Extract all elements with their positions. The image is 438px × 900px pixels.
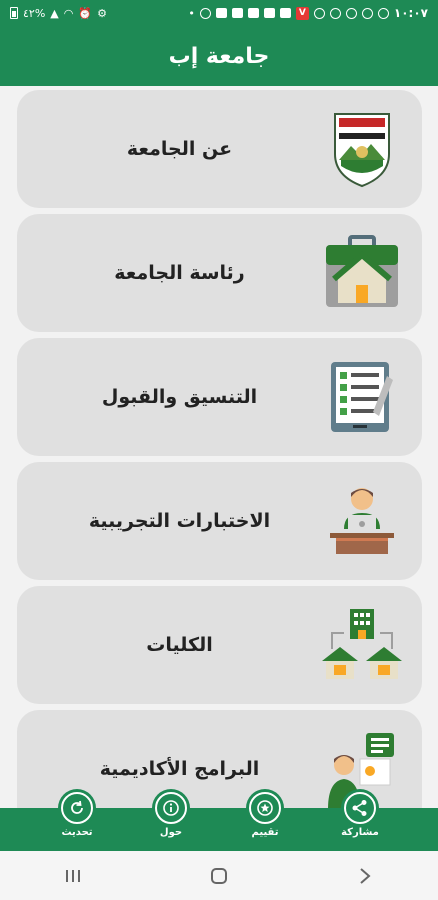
battery-text: ٤٢% [23,6,46,20]
checklist-tablet-icon [322,357,402,437]
status-time: ١٠:٠٧ [393,6,428,20]
download-icon [279,8,291,18]
house-briefcase-icon [322,233,402,313]
about-button[interactable]: حول [141,792,201,838]
menu-item-label: الاختبارات التجريبية [88,510,271,532]
notification-icon [199,7,211,19]
chevron-right-icon [360,867,371,884]
menu-item-trial-exams[interactable]: الاختبارات التجريبية [17,462,422,580]
battery-icon [10,7,18,19]
info-icon [155,792,187,824]
wifi-icon: ◠ [63,6,74,20]
system-nav-bar [0,851,438,900]
notification-icon [345,7,357,19]
star-icon [249,792,281,824]
buildings-network-icon [322,605,402,685]
page-title: جامعة إب [168,43,270,69]
back-button[interactable] [335,856,395,896]
app-bar: جامعة إب [0,26,438,86]
menu-item-admissions[interactable]: التنسيق والقبول [17,338,422,456]
notification-icon [313,7,325,19]
menu-item-about-university[interactable]: عن الجامعة [17,90,422,208]
share-button[interactable]: مشاركة [330,792,390,838]
vodafone-icon: V [295,6,309,20]
youtube-icon [231,8,243,18]
refresh-icon [61,792,93,824]
notification-icon [377,7,389,19]
home-icon [211,867,227,884]
status-right: • V ١٠:٠٧ [188,6,428,20]
status-left: ٤٢% ▲ ◠ ⏰ ⚙ [10,7,107,20]
menu-item-label: البرامج الأكاديمية [99,758,260,780]
rate-label: تقييم [251,827,279,838]
youtube-icon [215,8,227,18]
dot-icon: • [188,6,195,20]
update-label: تحديث [61,827,93,838]
share-icon [344,792,376,824]
youtube-icon [247,8,259,18]
about-label: حول [159,827,183,838]
menu-item-label: الكليات [146,634,213,656]
signal-icon: ▲ [50,6,59,20]
menu-item-label: رئاسة الجامعة [114,262,245,284]
alarm-icon: ⏰ [78,6,93,20]
menu-item-label: عن الجامعة [126,138,233,160]
bottom-nav: مشاركة تقييم حول تحديث [0,792,438,851]
share-label: مشاركة [341,827,379,838]
recents-icon [66,869,80,882]
menu-item-colleges[interactable]: الكليات [17,586,422,704]
youtube-icon [263,8,275,18]
recents-button[interactable] [43,856,103,896]
status-bar: ٤٢% ▲ ◠ ⏰ ⚙ • V ١٠:٠٧ [0,0,438,26]
menu-item-label: التنسيق والقبول [101,386,258,408]
settings-icon: ⚙ [97,6,107,20]
notification-icon [361,7,373,19]
update-button[interactable]: تحديث [47,792,107,838]
notification-icon [329,7,341,19]
home-button[interactable] [189,856,249,896]
university-logo-icon [322,109,402,189]
menu-item-presidency[interactable]: رئاسة الجامعة [17,214,422,332]
rate-button[interactable]: تقييم [235,792,295,838]
menu-list[interactable]: عن الجامعة رئاسة الجامعة التنسيق والقبول… [0,90,438,808]
student-laptop-icon [322,481,402,561]
